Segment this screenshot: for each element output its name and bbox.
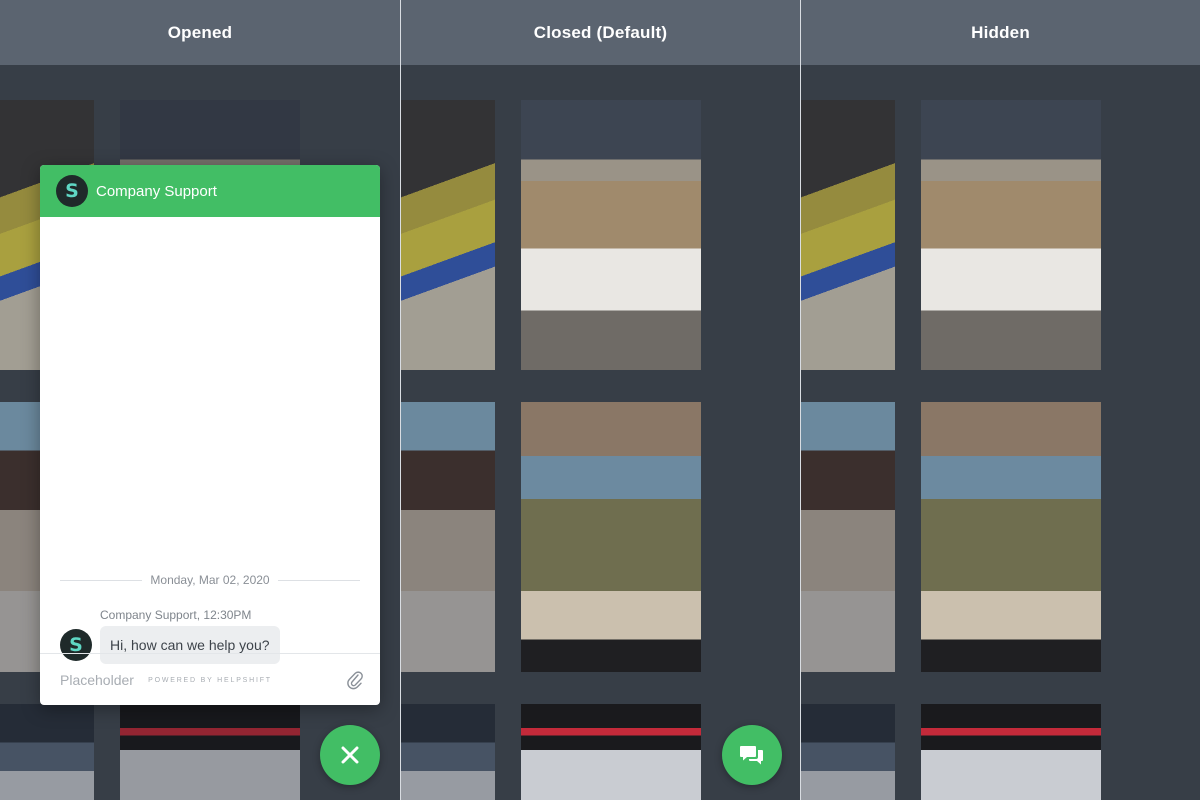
product-photo[interactable] [921, 100, 1101, 370]
divider-line [60, 579, 143, 581]
message-sender: Company Support, 12:30PM [100, 608, 252, 622]
open-chat-button[interactable] [722, 725, 782, 785]
product-photo[interactable] [521, 704, 701, 800]
panel-closed: Closed (Default) [400, 0, 800, 800]
paperclip-icon[interactable] [346, 670, 364, 690]
panel-title: Opened [0, 0, 400, 65]
product-photo[interactable] [521, 402, 701, 672]
product-photo[interactable] [801, 402, 895, 672]
product-photo[interactable] [120, 704, 300, 800]
product-photo[interactable] [0, 704, 94, 800]
product-photo[interactable] [921, 402, 1101, 672]
product-photo[interactable] [521, 100, 701, 370]
date-divider: Monday, Mar 02, 2020 [60, 573, 360, 587]
divider-line [277, 579, 360, 581]
support-avatar: S [56, 175, 88, 207]
product-photo[interactable] [801, 100, 895, 370]
product-photo[interactable] [401, 100, 495, 370]
screen: Opened S Company Support Monday, Mar 02,… [0, 0, 1200, 800]
panel-opened: Opened S Company Support Monday, Mar 02,… [0, 0, 400, 800]
chat-messages[interactable]: Monday, Mar 02, 2020 Company Support, 12… [40, 217, 380, 684]
product-photo[interactable] [401, 704, 495, 800]
panel-hidden: Hidden [800, 0, 1200, 800]
chat-window: S Company Support Monday, Mar 02, 2020 C… [40, 165, 380, 705]
product-photo[interactable] [801, 704, 895, 800]
chat-input-bar [40, 653, 380, 705]
product-photo[interactable] [921, 704, 1101, 800]
date-label: Monday, Mar 02, 2020 [150, 573, 270, 587]
panel-title: Hidden [801, 0, 1200, 65]
chat-bubbles-icon [740, 746, 763, 765]
chat-title: Company Support [96, 182, 217, 200]
close-chat-button[interactable] [320, 725, 380, 785]
chat-header: S Company Support [40, 165, 380, 217]
message-input[interactable] [60, 671, 346, 688]
close-icon [341, 746, 359, 764]
product-photo[interactable] [401, 402, 495, 672]
panel-title: Closed (Default) [401, 0, 800, 65]
